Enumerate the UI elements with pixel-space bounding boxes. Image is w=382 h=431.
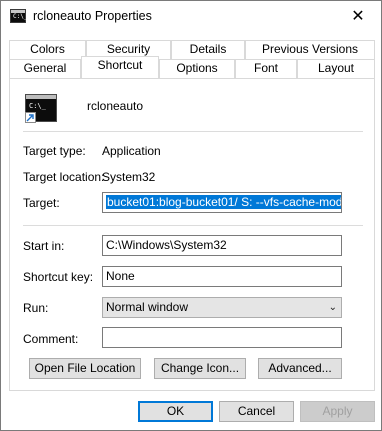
target-input[interactable]: bucket01:blog-bucket01/ S: --vfs-cache-m… [102,192,342,213]
shortcut-name: rcloneauto [87,99,144,113]
ok-button[interactable]: OK [138,401,213,422]
target-input-text: bucket01:blog-bucket01/ S: --vfs-cache-m… [106,195,341,209]
comment-input[interactable] [102,327,342,348]
target-location-value: System32 [102,170,156,184]
tab-options[interactable]: Options [159,59,235,78]
tab-strip: Colors Security Details Previous Version… [1,39,381,79]
window-title: rcloneauto Properties [33,9,152,23]
start-in-label: Start in: [23,239,65,253]
target-type-label: Target type: [23,144,86,158]
open-file-location-button[interactable]: Open File Location [29,358,141,379]
run-label: Run: [23,301,49,315]
tab-details[interactable]: Details [171,40,245,59]
tab-layout[interactable]: Layout [297,59,375,78]
tab-general[interactable]: General [9,59,81,78]
target-type-value: Application [102,144,161,158]
run-select[interactable]: Normal window ⌄ [102,297,342,318]
tab-shortcut[interactable]: Shortcut [81,56,159,78]
comment-label: Comment: [23,332,79,346]
console-icon: C:\_ [10,9,27,23]
tab-font[interactable]: Font [235,59,297,78]
target-label: Target: [23,196,60,210]
apply-button[interactable]: Apply [300,401,375,422]
cancel-button[interactable]: Cancel [219,401,294,422]
run-select-value: Normal window [106,300,189,314]
shortcut-arrow-icon [25,112,36,123]
divider [23,225,363,226]
shortcut-key-input[interactable]: None [102,266,342,287]
divider [23,131,363,132]
close-icon[interactable]: ✕ [335,1,381,31]
tab-colors[interactable]: Colors [9,40,86,59]
chevron-down-icon: ⌄ [328,302,337,313]
shortcut-tab-panel: C:\_ rcloneauto Target type: Application… [9,78,375,391]
shortcut-key-label: Shortcut key: [23,270,94,284]
start-in-input[interactable]: C:\Windows\System32 [102,235,342,256]
change-icon-button[interactable]: Change Icon... [154,358,246,379]
properties-window: C:\_ rcloneauto Properties ✕ Colors Secu… [0,0,382,431]
title-bar[interactable]: C:\_ rcloneauto Properties ✕ [1,1,381,32]
target-location-label: Target location: [23,170,105,184]
advanced-button[interactable]: Advanced... [258,358,342,379]
tab-previous-versions[interactable]: Previous Versions [245,40,375,59]
